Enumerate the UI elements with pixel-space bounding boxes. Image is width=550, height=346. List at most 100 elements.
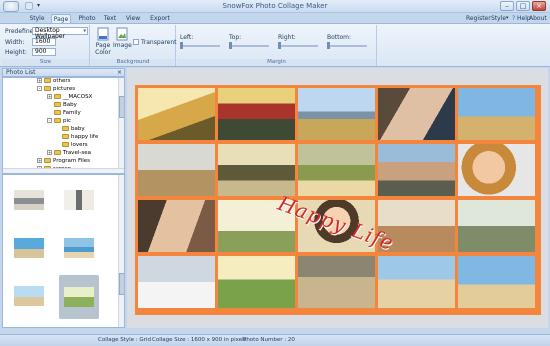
thumbnail-image [64, 287, 94, 307]
style-menu[interactable]: Style [491, 14, 506, 23]
thumbnail-list[interactable] [2, 174, 125, 328]
thumbnail-scrollbar[interactable] [118, 175, 124, 327]
expand-icon[interactable]: + [47, 94, 52, 99]
tree-node-pic[interactable]: - pic [47, 117, 71, 125]
tree-node-label: Travel-sea [63, 150, 91, 156]
tree-scrollbar[interactable] [118, 78, 124, 173]
photo-thumbnail[interactable] [9, 235, 49, 261]
tree-node-program-files[interactable]: + Program Files [37, 157, 90, 165]
expand-icon[interactable]: + [37, 158, 42, 163]
tab-page[interactable]: Page [51, 14, 71, 23]
tree-node-label: __MACOSX [63, 94, 93, 100]
folder-icon [44, 78, 51, 83]
margin-top-slider[interactable] [229, 42, 269, 49]
collapse-icon[interactable]: - [37, 86, 42, 91]
height-label: Height: [5, 49, 27, 56]
margin-left-slider[interactable] [180, 42, 220, 49]
collage-photo[interactable] [378, 144, 455, 196]
tree-node-family[interactable]: Family [54, 109, 81, 117]
tab-view[interactable]: View [124, 14, 142, 23]
tab-style[interactable]: Style [27, 14, 47, 23]
margin-bottom-slider[interactable] [327, 42, 367, 49]
collage-photo[interactable] [218, 88, 295, 140]
tree-node-macosx[interactable]: + __MACOSX [47, 93, 92, 101]
maximize-button[interactable]: □ [516, 1, 530, 11]
page-color-button[interactable]: Page Color [93, 27, 113, 56]
photo-thumbnail[interactable] [59, 187, 99, 213]
margin-group-label: Margin [177, 59, 376, 66]
expand-icon[interactable]: + [37, 78, 42, 83]
collapse-icon[interactable]: - [47, 118, 52, 123]
photo-thumbnail-selected[interactable] [59, 275, 99, 319]
height-field[interactable]: 900 [32, 48, 56, 56]
slider-thumb[interactable] [180, 42, 183, 49]
folder-icon [54, 150, 61, 155]
photo-thumbnail[interactable] [9, 187, 49, 213]
tab-photo[interactable]: Photo [77, 14, 97, 23]
collage-photo[interactable] [298, 88, 375, 140]
expand-icon[interactable]: + [47, 150, 52, 155]
tab-text[interactable]: Text [101, 14, 119, 23]
scrollbar-thumb[interactable] [119, 96, 124, 118]
tree-node-pictures[interactable]: - pictures [37, 85, 75, 93]
collage-photo[interactable] [298, 256, 375, 308]
folder-tree[interactable]: + others - pictures + __MACOSX Baby Family … [2, 77, 125, 174]
folder-icon [62, 134, 69, 139]
tree-node-baby-sub[interactable]: baby [62, 125, 85, 133]
collage-photo[interactable] [378, 88, 455, 140]
width-label: Width: [5, 39, 25, 46]
tree-hscrollbar[interactable] [3, 168, 124, 173]
tree-node-others[interactable]: + others [37, 78, 71, 85]
margin-bottom-label: Bottom: [327, 34, 352, 41]
tree-node-lovers[interactable]: lovers [62, 141, 88, 149]
photo-list-header: Photo List × [2, 68, 125, 77]
image-button[interactable]: Image [113, 27, 132, 49]
folder-icon [54, 110, 61, 115]
collage-photo[interactable] [458, 200, 535, 252]
collage-photo[interactable] [378, 256, 455, 308]
collage-photo[interactable] [458, 88, 535, 140]
page-color-label: Page Color [95, 42, 111, 56]
tree-node-baby[interactable]: Baby [54, 101, 77, 109]
close-icon[interactable]: × [117, 69, 122, 77]
collage-photo[interactable] [138, 200, 215, 252]
collage-photo[interactable] [138, 256, 215, 308]
close-button[interactable]: × [532, 1, 546, 11]
photo-thumbnail[interactable] [9, 283, 49, 309]
collage-frame[interactable]: Happy Life [135, 85, 541, 315]
photo-list-title: Photo List [6, 69, 36, 76]
folder-icon [44, 158, 51, 163]
predefine-select[interactable]: Desktop Wallpaper ▾ [32, 27, 88, 40]
photo-thumbnail[interactable] [59, 235, 99, 261]
register-link[interactable]: Register [466, 14, 491, 23]
slider-thumb[interactable] [327, 42, 330, 49]
collage-photo[interactable] [218, 144, 295, 196]
ribbon: Predefine: Desktop Wallpaper ▾ Width: 160… [0, 23, 550, 67]
tree-node-happy-life[interactable]: happy life [62, 133, 98, 141]
scrollbar-thumb[interactable] [119, 273, 124, 295]
collage-photo[interactable] [138, 144, 215, 196]
page-color-icon [97, 27, 109, 41]
tab-export[interactable]: Export [148, 14, 172, 23]
tree-node-travel-sea[interactable]: + Travel-sea [47, 149, 91, 157]
collage-photo[interactable] [458, 144, 535, 196]
style-dropdown-icon[interactable]: ▾ [506, 14, 509, 23]
tree-node-label: Program Files [53, 158, 91, 164]
slider-thumb[interactable] [229, 42, 232, 49]
margin-group: Left: Top: Right: Bottom: Margin [177, 25, 377, 66]
thumbnail-image [14, 286, 44, 306]
tree-node-label: lovers [71, 142, 88, 148]
help-icon[interactable]: ? [512, 14, 515, 23]
collage-photo[interactable] [458, 256, 535, 308]
collage-photo[interactable] [218, 256, 295, 308]
about-link[interactable]: About [529, 14, 547, 23]
size-group-label: Size [2, 59, 89, 66]
collage-photo[interactable] [138, 88, 215, 140]
ribbon-tabs: Style Page Photo Text View Export Regist… [0, 13, 550, 23]
width-field[interactable]: 1600 [32, 38, 56, 46]
collage-photo[interactable] [298, 144, 375, 196]
margin-right-slider[interactable] [278, 42, 318, 49]
minimize-button[interactable]: – [500, 1, 514, 11]
slider-thumb[interactable] [278, 42, 281, 49]
transparent-checkbox[interactable] [133, 39, 139, 45]
